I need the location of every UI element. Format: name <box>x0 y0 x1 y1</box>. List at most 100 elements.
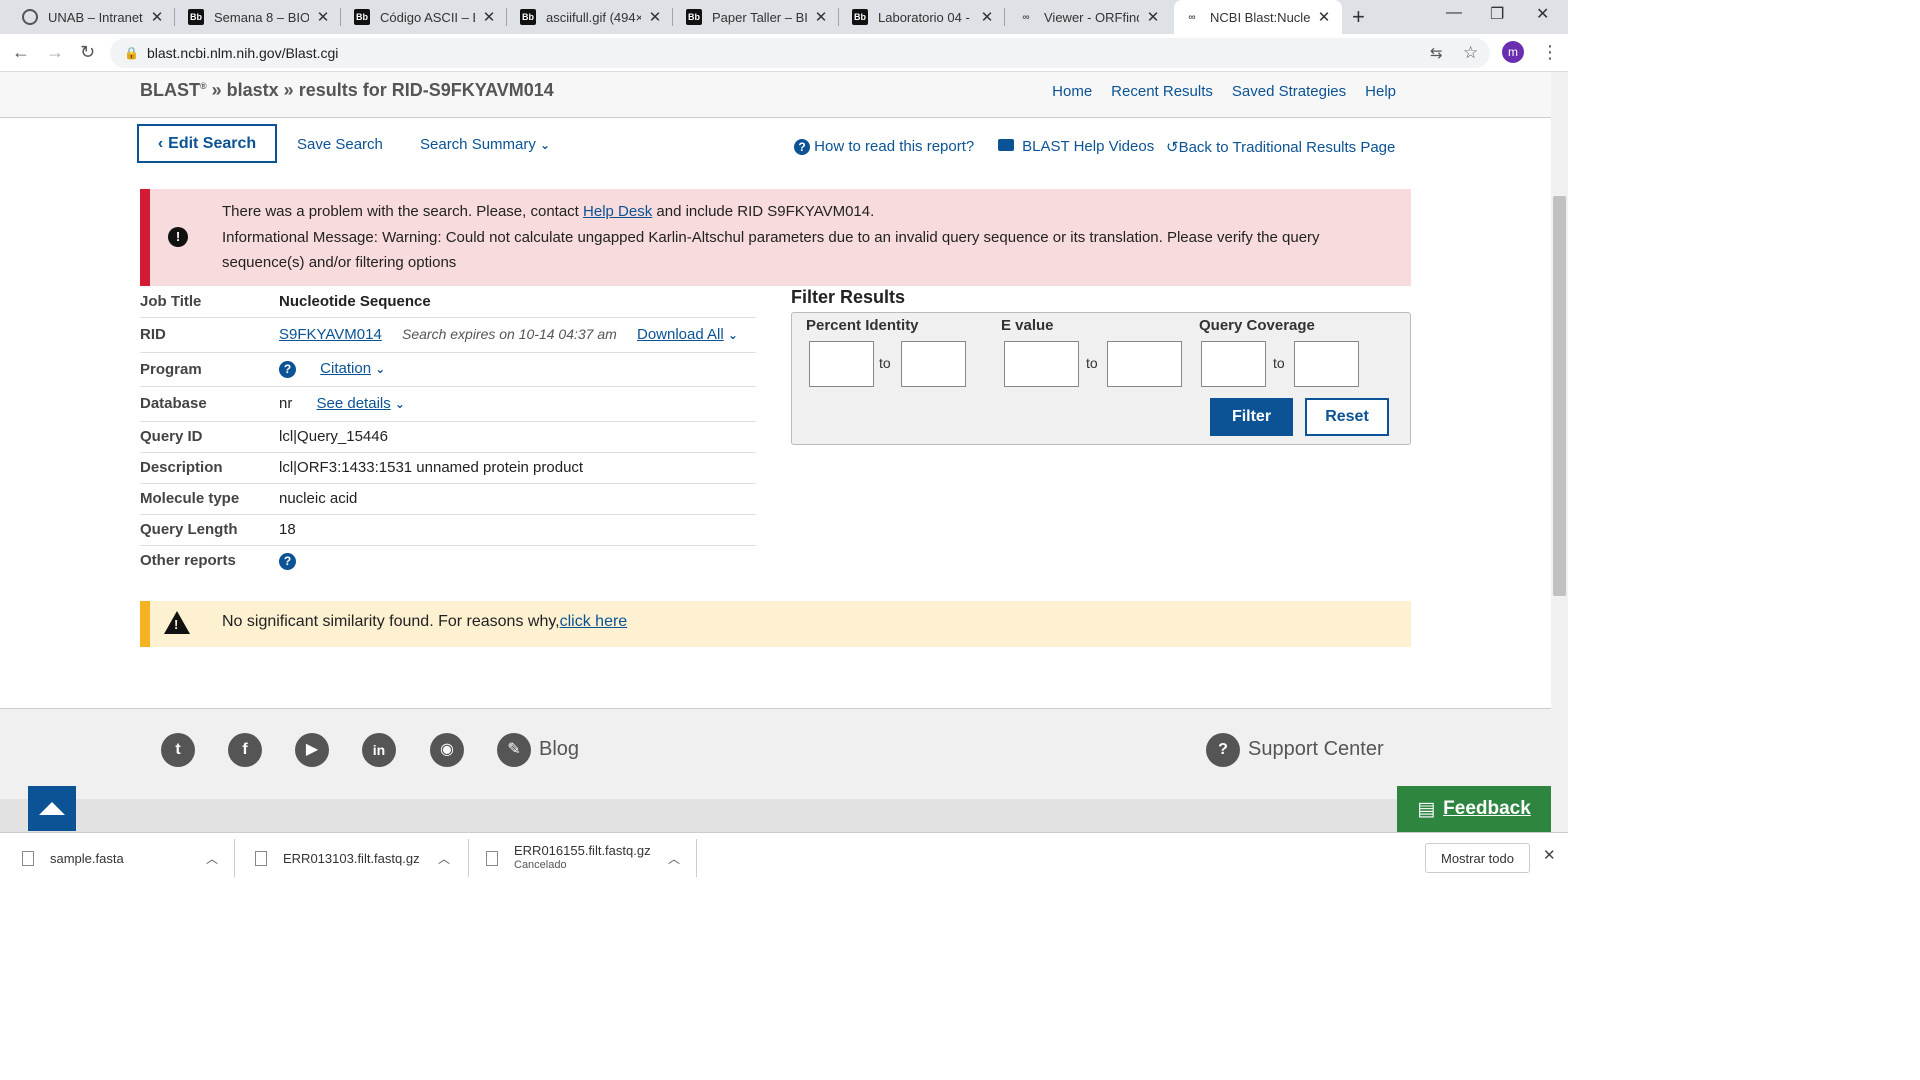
support-center-link[interactable]: Support Center <box>1248 738 1384 761</box>
ncbi-icon: ∞ <box>1188 11 1196 23</box>
tab-asciifull[interactable]: Bb asciifull.gif (494×4 ✕ <box>510 0 673 34</box>
support-help-icon[interactable]: ? <box>1206 733 1240 767</box>
tab-title: Viewer - ORFfinder <box>1044 9 1139 25</box>
description-label: Description <box>140 452 279 484</box>
show-all-downloads-button[interactable]: Mostrar todo <box>1425 843 1530 873</box>
linkedin-icon[interactable]: in <box>362 733 396 767</box>
how-to-read-link[interactable]: ? How to read this report? <box>794 138 974 155</box>
coverage-max-input[interactable] <box>1294 341 1359 387</box>
reload-icon[interactable]: ↻ <box>80 42 95 63</box>
help-desk-link[interactable]: Help Desk <box>583 203 652 220</box>
close-icon[interactable]: ✕ <box>647 8 663 26</box>
coverage-min-input[interactable] <box>1201 341 1266 387</box>
scrollbar-thumb[interactable] <box>1553 196 1566 596</box>
translate-icon[interactable]: ⇆ <box>1430 44 1443 62</box>
info-row-other: Other reports? <box>140 545 756 576</box>
close-icon[interactable]: ✕ <box>813 8 829 26</box>
info-row-program: Program ? Citation ⌄ <box>140 352 756 387</box>
twitter-icon[interactable]: t <box>161 733 195 767</box>
percent-identity-max-input[interactable] <box>901 341 966 387</box>
blackboard-icon: Bb <box>354 9 370 25</box>
youtube-icon[interactable]: ▶ <box>295 733 329 767</box>
github-icon[interactable]: ◉ <box>430 733 464 767</box>
menu-icon[interactable]: ⋮ <box>1541 42 1559 63</box>
see-details-dropdown[interactable]: See details ⌄ <box>317 395 405 412</box>
error-line2: Informational Message: Warning: Could no… <box>222 228 1320 272</box>
close-icon[interactable]: ✕ <box>1316 8 1332 26</box>
search-summary-dropdown[interactable]: Search Summary ⌄ <box>420 136 550 153</box>
blackboard-icon: Bb <box>686 9 702 25</box>
blog-icon[interactable]: ✎ <box>497 733 531 767</box>
download-name: ERR013103.filt.fastq.gz <box>283 850 420 866</box>
feedback-button[interactable]: ▤ Feedback <box>1397 786 1551 832</box>
scroll-to-top-button[interactable] <box>28 786 76 831</box>
help-circle-icon[interactable]: ? <box>279 552 296 570</box>
breadcrumb-blast[interactable]: BLAST <box>140 80 200 100</box>
back-traditional-link[interactable]: ↺Back to Traditional Results Page <box>1166 138 1395 156</box>
restore-icon[interactable]: ❐ <box>1490 4 1504 24</box>
footer-band <box>0 799 1551 832</box>
error-message-box: ! There was a problem with the search. P… <box>140 189 1411 286</box>
molecule-value: nucleic acid <box>279 483 756 515</box>
tab-codigo-ascii[interactable]: Bb Código ASCII – BIC ✕ <box>344 0 507 34</box>
page-viewport: BLAST® » blastx » results for RID-S9FKYA… <box>0 72 1551 832</box>
close-icon[interactable]: ✕ <box>149 8 165 26</box>
citation-dropdown[interactable]: Citation ⌄ <box>320 360 385 377</box>
close-icon[interactable]: ✕ <box>315 8 331 26</box>
close-download-bar-icon[interactable]: ✕ <box>1543 846 1556 864</box>
forward-icon[interactable]: → <box>46 42 64 63</box>
length-value: 18 <box>279 514 756 546</box>
job-info-table: Job Title Nucleotide Sequence RID S9FKYAV… <box>140 286 756 576</box>
filter-button[interactable]: Filter <box>1210 398 1293 436</box>
url-bar[interactable]: 🔒 blast.ncbi.nlm.nih.gov/Blast.cgi <box>110 38 1490 68</box>
evalue-max-input[interactable] <box>1107 341 1182 387</box>
window-close-icon[interactable]: ✕ <box>1536 4 1549 24</box>
rid-link[interactable]: S9FKYAVM014 <box>279 326 382 343</box>
facebook-icon[interactable]: f <box>228 733 262 767</box>
evalue-min-input[interactable] <box>1004 341 1079 387</box>
nav-recent-results[interactable]: Recent Results <box>1111 83 1213 100</box>
download-item-err013103[interactable]: ERR013103.filt.fastq.gz ︿ <box>255 833 469 883</box>
tab-title: UNAB – Intranet M <box>48 9 143 25</box>
nav-home[interactable]: Home <box>1052 83 1092 100</box>
chevron-up-icon[interactable]: ︿ <box>206 850 218 867</box>
search-summary-label: Search Summary <box>420 136 536 153</box>
file-icon <box>22 850 34 866</box>
chevron-up-icon[interactable]: ︿ <box>668 850 680 867</box>
chevron-up-icon[interactable]: ︿ <box>438 850 450 867</box>
to-label: to <box>1273 355 1285 371</box>
tab-semana8[interactable]: Bb Semana 8 – BIOQ2 ✕ <box>178 0 341 34</box>
tab-laboratorio[interactable]: Bb Laboratorio 04 - Pr ✕ <box>842 0 1005 34</box>
tab-ncbi-blast[interactable]: ∞ NCBI Blast:Nucleot ✕ <box>1174 0 1342 34</box>
save-search-link[interactable]: Save Search <box>297 136 383 153</box>
percent-identity-min-input[interactable] <box>809 341 874 387</box>
avatar[interactable]: m <box>1502 41 1524 63</box>
close-icon[interactable]: ✕ <box>481 8 497 26</box>
nav-help[interactable]: Help <box>1365 83 1396 100</box>
citation-label: Citation <box>320 360 372 377</box>
help-videos-link[interactable]: BLAST Help Videos <box>998 138 1154 155</box>
edit-search-button[interactable]: ‹ Edit Search <box>137 124 277 163</box>
new-tab-icon[interactable]: + <box>1352 4 1365 30</box>
download-all-dropdown[interactable]: Download All ⌄ <box>637 326 738 343</box>
click-here-link[interactable]: click here <box>560 613 628 630</box>
file-icon <box>486 850 498 866</box>
query-coverage-label: Query Coverage <box>1199 317 1315 334</box>
nav-saved-strategies[interactable]: Saved Strategies <box>1232 83 1346 100</box>
page-footer: t f ▶ in ◉ ✎ Blog ? Support Center <box>0 708 1551 832</box>
tab-orffinder[interactable]: ∞ Viewer - ORFfinder ✕ <box>1008 0 1171 34</box>
tab-unab[interactable]: UNAB – Intranet M ✕ <box>12 0 175 34</box>
download-item-err016155[interactable]: ERR016155.filt.fastq.gz Cancelado ︿ <box>486 833 697 883</box>
blog-link[interactable]: Blog <box>539 738 579 761</box>
tab-paper-taller[interactable]: Bb Paper Taller – BIOC ✕ <box>676 0 839 34</box>
minimize-icon[interactable]: — <box>1446 4 1462 22</box>
bookmark-star-icon[interactable]: ☆ <box>1463 43 1478 63</box>
back-icon[interactable]: ← <box>12 42 30 63</box>
download-item-sample[interactable]: sample.fasta ︿ <box>22 833 235 883</box>
download-bar: sample.fasta ︿ ERR013103.filt.fastq.gz ︿… <box>0 832 1568 882</box>
close-icon[interactable]: ✕ <box>979 8 995 26</box>
close-icon[interactable]: ✕ <box>1145 8 1161 26</box>
help-circle-icon[interactable]: ? <box>279 361 296 378</box>
reset-button[interactable]: Reset <box>1305 398 1389 436</box>
info-row-rid: RID S9FKYAVM014 Search expires on 10-14 … <box>140 317 756 353</box>
